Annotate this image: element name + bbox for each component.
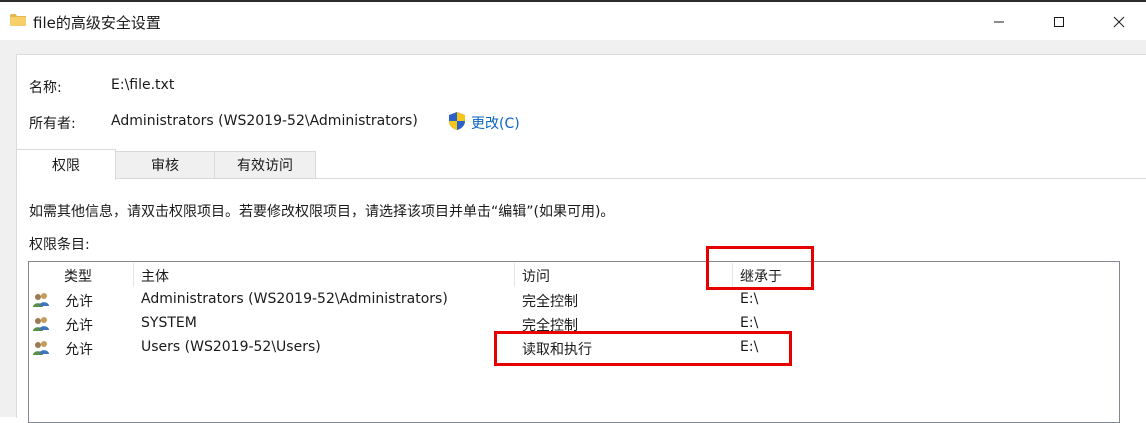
folder-icon: [10, 14, 26, 26]
minimize-icon: [994, 21, 1004, 23]
cell-inherited: E:\: [740, 291, 759, 307]
cell-type: 允许: [65, 342, 93, 358]
close-icon: [1113, 16, 1125, 28]
uac-shield-icon: [449, 112, 465, 130]
tab-effective-access-label: 有效访问: [237, 158, 293, 174]
close-button[interactable]: [1096, 4, 1142, 40]
cell-principal: Users (WS2019-52\Users): [141, 339, 321, 355]
column-header-access[interactable]: 访问: [522, 265, 550, 287]
column-header-principal[interactable]: 主体: [141, 265, 169, 287]
maximize-button[interactable]: [1036, 4, 1082, 40]
tab-strip-border: [16, 178, 1146, 179]
column-divider[interactable]: [133, 263, 134, 287]
column-principal-label: 主体: [141, 269, 169, 285]
cell-access: 读取和执行: [522, 342, 592, 358]
column-divider[interactable]: [514, 263, 515, 287]
tab-permissions[interactable]: 权限: [16, 149, 116, 180]
maximize-icon: [1054, 17, 1064, 27]
change-owner-link[interactable]: 更改(C): [471, 113, 520, 133]
column-access-label: 访问: [522, 269, 550, 285]
tab-effective-access[interactable]: 有效访问: [214, 151, 316, 178]
name-value: E:\file.txt: [111, 77, 175, 93]
cell-principal: Administrators (WS2019-52\Administrators…: [141, 291, 448, 307]
user-group-icon: [33, 317, 49, 331]
column-header-type[interactable]: 类型: [64, 265, 92, 287]
column-inherited-label: 继承于: [740, 269, 782, 285]
column-header-inherited[interactable]: 继承于: [740, 265, 782, 287]
name-label: 名称:: [29, 80, 62, 96]
owner-value: Administrators (WS2019-52\Administrators…: [111, 113, 418, 129]
user-group-icon: [33, 293, 49, 307]
table-row[interactable]: 允许 SYSTEM 完全控制 E:\: [29, 312, 1118, 336]
cell-access: 完全控制: [522, 318, 578, 334]
window-title: file的高级安全设置: [33, 14, 161, 32]
user-group-icon: [33, 341, 49, 355]
help-text: 如需其他信息，请双击权限项目。若要修改权限项目，请选择该项目并单击“编辑”(如果…: [29, 204, 615, 220]
tab-permissions-label: 权限: [52, 158, 80, 174]
minimize-button[interactable]: [976, 4, 1022, 40]
column-type-label: 类型: [64, 269, 92, 285]
cell-inherited: E:\: [740, 339, 759, 355]
cell-type: 允许: [65, 294, 93, 310]
table-row[interactable]: 允许 Users (WS2019-52\Users) 读取和执行 E:\: [29, 336, 1118, 360]
entries-label: 权限条目:: [29, 237, 90, 253]
tab-auditing-label: 审核: [151, 158, 179, 174]
cell-type: 允许: [65, 318, 93, 334]
cell-inherited: E:\: [740, 315, 759, 331]
cell-principal: SYSTEM: [141, 315, 197, 331]
owner-label: 所有者:: [29, 116, 76, 132]
cell-access: 完全控制: [522, 294, 578, 310]
table-row[interactable]: 允许 Administrators (WS2019-52\Administrat…: [29, 288, 1118, 312]
title-bar: file的高级安全设置: [0, 2, 1146, 40]
tab-auditing[interactable]: 审核: [115, 151, 215, 178]
column-divider[interactable]: [732, 263, 733, 287]
